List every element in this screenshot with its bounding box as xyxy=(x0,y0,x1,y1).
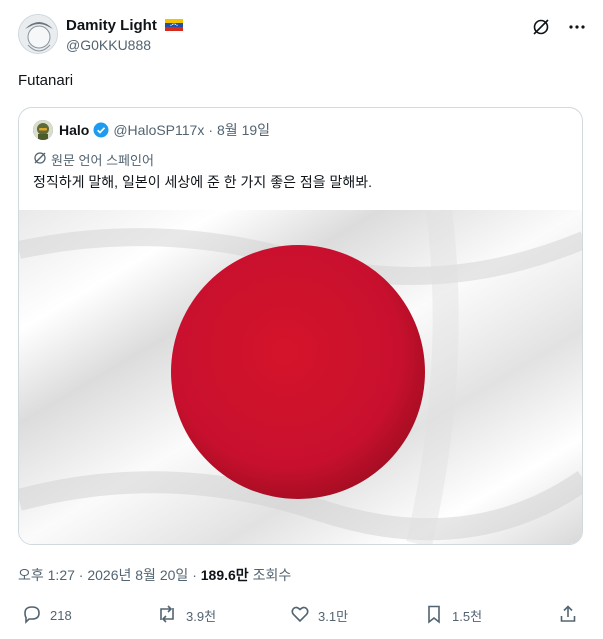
meta-separator: · xyxy=(78,567,84,583)
reply-count: 218 xyxy=(50,607,72,623)
quoted-author-handle[interactable]: @HaloSP117x xyxy=(113,122,204,138)
bookmark-icon xyxy=(424,604,444,627)
verified-badge-icon xyxy=(93,122,109,138)
venezuela-flag-icon xyxy=(165,18,184,35)
quoted-author-avatar[interactable] xyxy=(33,120,53,140)
translate-icon xyxy=(33,151,51,168)
translation-note[interactable]: 원문 언어 스페인어 xyxy=(33,150,154,169)
quoted-author-name[interactable]: Halo xyxy=(59,122,89,138)
share-icon xyxy=(558,604,578,627)
quoted-post-header: Halo @HaloSP117x · 8월 19일 xyxy=(33,120,270,140)
quoted-date[interactable]: 8월 19일 xyxy=(217,120,270,140)
meta-separator: · xyxy=(192,567,197,583)
share-button[interactable] xyxy=(558,600,578,630)
reply-icon xyxy=(22,604,42,627)
post-header: Damity Light @G0KKU888 xyxy=(18,14,588,58)
bookmark-button[interactable]: 1.5천 xyxy=(424,600,482,630)
japanese-flag-image[interactable] xyxy=(19,208,582,544)
like-count: 3.1만 xyxy=(318,608,349,624)
author-avatar[interactable] xyxy=(18,14,58,54)
quoted-separator: · xyxy=(208,122,214,138)
more-options-icon[interactable] xyxy=(566,16,588,38)
repost-count: 3.9천 xyxy=(186,608,217,624)
reply-button[interactable]: 218 xyxy=(22,600,72,630)
quoted-post[interactable]: Halo @HaloSP117x · 8월 19일 원문 언어 스페인어 정직하… xyxy=(18,107,583,545)
post-text: Futanari xyxy=(18,72,74,89)
author-name-text[interactable]: Damity Light xyxy=(66,17,157,34)
repost-button[interactable]: 3.9천 xyxy=(156,600,216,630)
view-count-label: 조회수 xyxy=(252,567,292,583)
post-date[interactable]: 2026년 8월 20일 xyxy=(87,567,188,583)
translation-note-label: 원문 언어 스페인어 xyxy=(51,153,154,168)
view-count: 189.6만 xyxy=(200,567,249,583)
heart-icon xyxy=(290,604,310,627)
action-bar: 218 3.9천 3.1만 1.5천 xyxy=(18,600,583,630)
post-metadata: 오후 1:27 · 2026년 8월 20일 · 189.6만 조회수 xyxy=(18,565,291,585)
bookmark-count: 1.5천 xyxy=(452,608,483,624)
quoted-post-text: 정직하게 말해, 일본이 세상에 준 한 가지 좋은 점을 말해봐. xyxy=(33,174,373,190)
like-button[interactable]: 3.1만 xyxy=(290,600,348,630)
author-name[interactable]: Damity Light xyxy=(66,17,184,35)
author-handle[interactable]: @G0KKU888 xyxy=(66,37,151,53)
grok-icon[interactable] xyxy=(530,16,552,38)
repost-icon xyxy=(156,604,178,627)
post-time[interactable]: 오후 1:27 xyxy=(18,567,75,583)
